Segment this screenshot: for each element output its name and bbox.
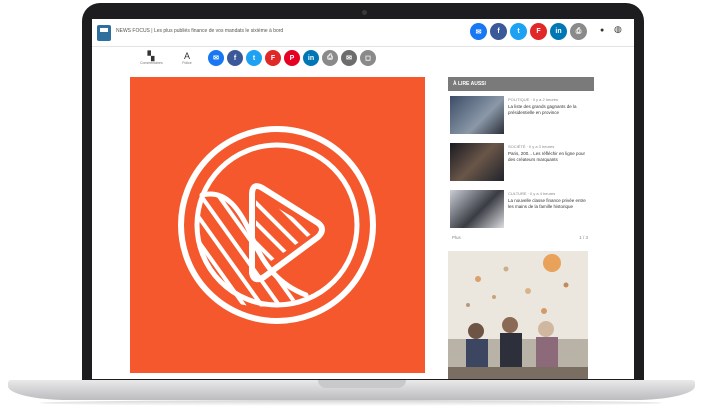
site-logo[interactable] bbox=[97, 25, 111, 41]
twitter-share-button[interactable]: t bbox=[510, 23, 527, 40]
advertisement-image[interactable] bbox=[448, 251, 588, 379]
sidebar-news-item[interactable]: CULTURE · Il y a 4 heures La nouvelle cl… bbox=[448, 188, 594, 232]
news-thumbnail bbox=[450, 143, 504, 181]
save-icon: ◻ bbox=[365, 55, 371, 62]
laptop-mockup: NEWS FOCUS | Les plus publiés finance de… bbox=[0, 0, 701, 412]
news-title: Paris, 200... Les réfléchir en ligne pou… bbox=[508, 151, 586, 162]
font-label: Police bbox=[182, 61, 192, 65]
sidebar-heading: À LIRE AUSSI bbox=[448, 77, 594, 91]
browser-screen: NEWS FOCUS | Les plus publiés finance de… bbox=[92, 19, 634, 379]
user-avatar-icon[interactable]: ◍ bbox=[614, 24, 622, 35]
comments-icon: ▚ bbox=[147, 51, 155, 61]
sidebar-pager: Plus 1 / 3 bbox=[448, 232, 594, 244]
news-title: La liste des grands gagnants de la prési… bbox=[508, 104, 577, 115]
flipboard-icon: F bbox=[270, 54, 276, 62]
linkedin-icon: in bbox=[307, 54, 315, 62]
messenger-icon: ✉ bbox=[213, 55, 219, 62]
play-button-illustration bbox=[178, 126, 376, 324]
news-category: POLITIQUE · Il y a 2 heures bbox=[508, 97, 559, 102]
laptop-notch bbox=[318, 380, 406, 388]
comments-label: Commentaires bbox=[140, 61, 163, 65]
linkedin-share-button[interactable]: in bbox=[303, 50, 319, 66]
news-category: CULTURE · Il y a 4 heures bbox=[508, 191, 556, 196]
facebook-share-button[interactable]: f bbox=[227, 50, 243, 66]
share-bar-top: ✉ f t Fin ⎙ bbox=[470, 23, 587, 40]
site-header: NEWS FOCUS | Les plus publiés finance de… bbox=[92, 19, 634, 47]
pager-more-link[interactable]: Plus bbox=[452, 235, 461, 240]
flipboard-share-button[interactable]: F bbox=[265, 50, 281, 66]
sidebar: À LIRE AUSSI POLITIQUE · Il y a 2 heures… bbox=[448, 77, 594, 244]
sidebar-news-item[interactable]: POLITIQUE · Il y a 2 heures La liste des… bbox=[448, 94, 594, 138]
dot-icon[interactable]: ● bbox=[600, 27, 604, 34]
news-category: SOCIÉTÉ · Il y a 3 heures bbox=[508, 144, 555, 149]
facebook-icon: f bbox=[497, 28, 500, 35]
comments-tool[interactable]: ▚ Commentaires bbox=[140, 51, 163, 65]
facebook-share-button[interactable]: f bbox=[490, 23, 507, 40]
flipboard-icon: F bbox=[536, 28, 541, 35]
news-thumbnail bbox=[450, 96, 504, 134]
print-share-button[interactable]: ⎙ bbox=[322, 50, 338, 66]
linkedin-icon: in bbox=[555, 28, 562, 35]
twitter-icon: t bbox=[252, 54, 256, 62]
webcam bbox=[362, 10, 367, 15]
news-title: La nouvelle classe finance privée entre … bbox=[508, 198, 586, 209]
messenger-share-button[interactable]: ✉ bbox=[208, 50, 224, 66]
print-icon: ⎙ bbox=[327, 54, 333, 61]
pager-count[interactable]: 1 / 3 bbox=[579, 235, 588, 240]
print-share-button[interactable]: ⎙ bbox=[570, 23, 587, 40]
save-share-button[interactable]: ◻ bbox=[360, 50, 376, 66]
pinterest-icon: P bbox=[289, 54, 295, 62]
linkedin-share-button[interactable]: in bbox=[550, 23, 567, 40]
email-icon: ✉ bbox=[346, 55, 352, 62]
article-hero-image[interactable] bbox=[130, 77, 425, 373]
pinterest-share-button[interactable]: P bbox=[284, 50, 300, 66]
facebook-icon: f bbox=[233, 54, 237, 62]
flipboard-share-button[interactable]: F bbox=[530, 23, 547, 40]
ad-photo bbox=[448, 251, 588, 379]
print-icon: ⎙ bbox=[575, 27, 582, 35]
twitter-icon: t bbox=[517, 28, 520, 35]
laptop-shadow bbox=[40, 400, 662, 406]
font-tool[interactable]: A Police bbox=[176, 51, 198, 65]
news-thumbnail bbox=[450, 190, 504, 228]
sidebar-news-item[interactable]: SOCIÉTÉ · Il y a 3 heures Paris, 200... … bbox=[448, 141, 594, 185]
article-headline: NEWS FOCUS | Les plus publiés finance de… bbox=[116, 28, 284, 34]
messenger-share-button[interactable]: ✉ bbox=[470, 23, 487, 40]
twitter-share-button[interactable]: t bbox=[246, 50, 262, 66]
messenger-icon: ✉ bbox=[475, 28, 482, 36]
email-share-button[interactable]: ✉ bbox=[341, 50, 357, 66]
font-size-icon: A bbox=[183, 51, 190, 61]
share-bar-main: ✉ f t F Pin ⎙ ✉ ◻ bbox=[208, 50, 376, 66]
